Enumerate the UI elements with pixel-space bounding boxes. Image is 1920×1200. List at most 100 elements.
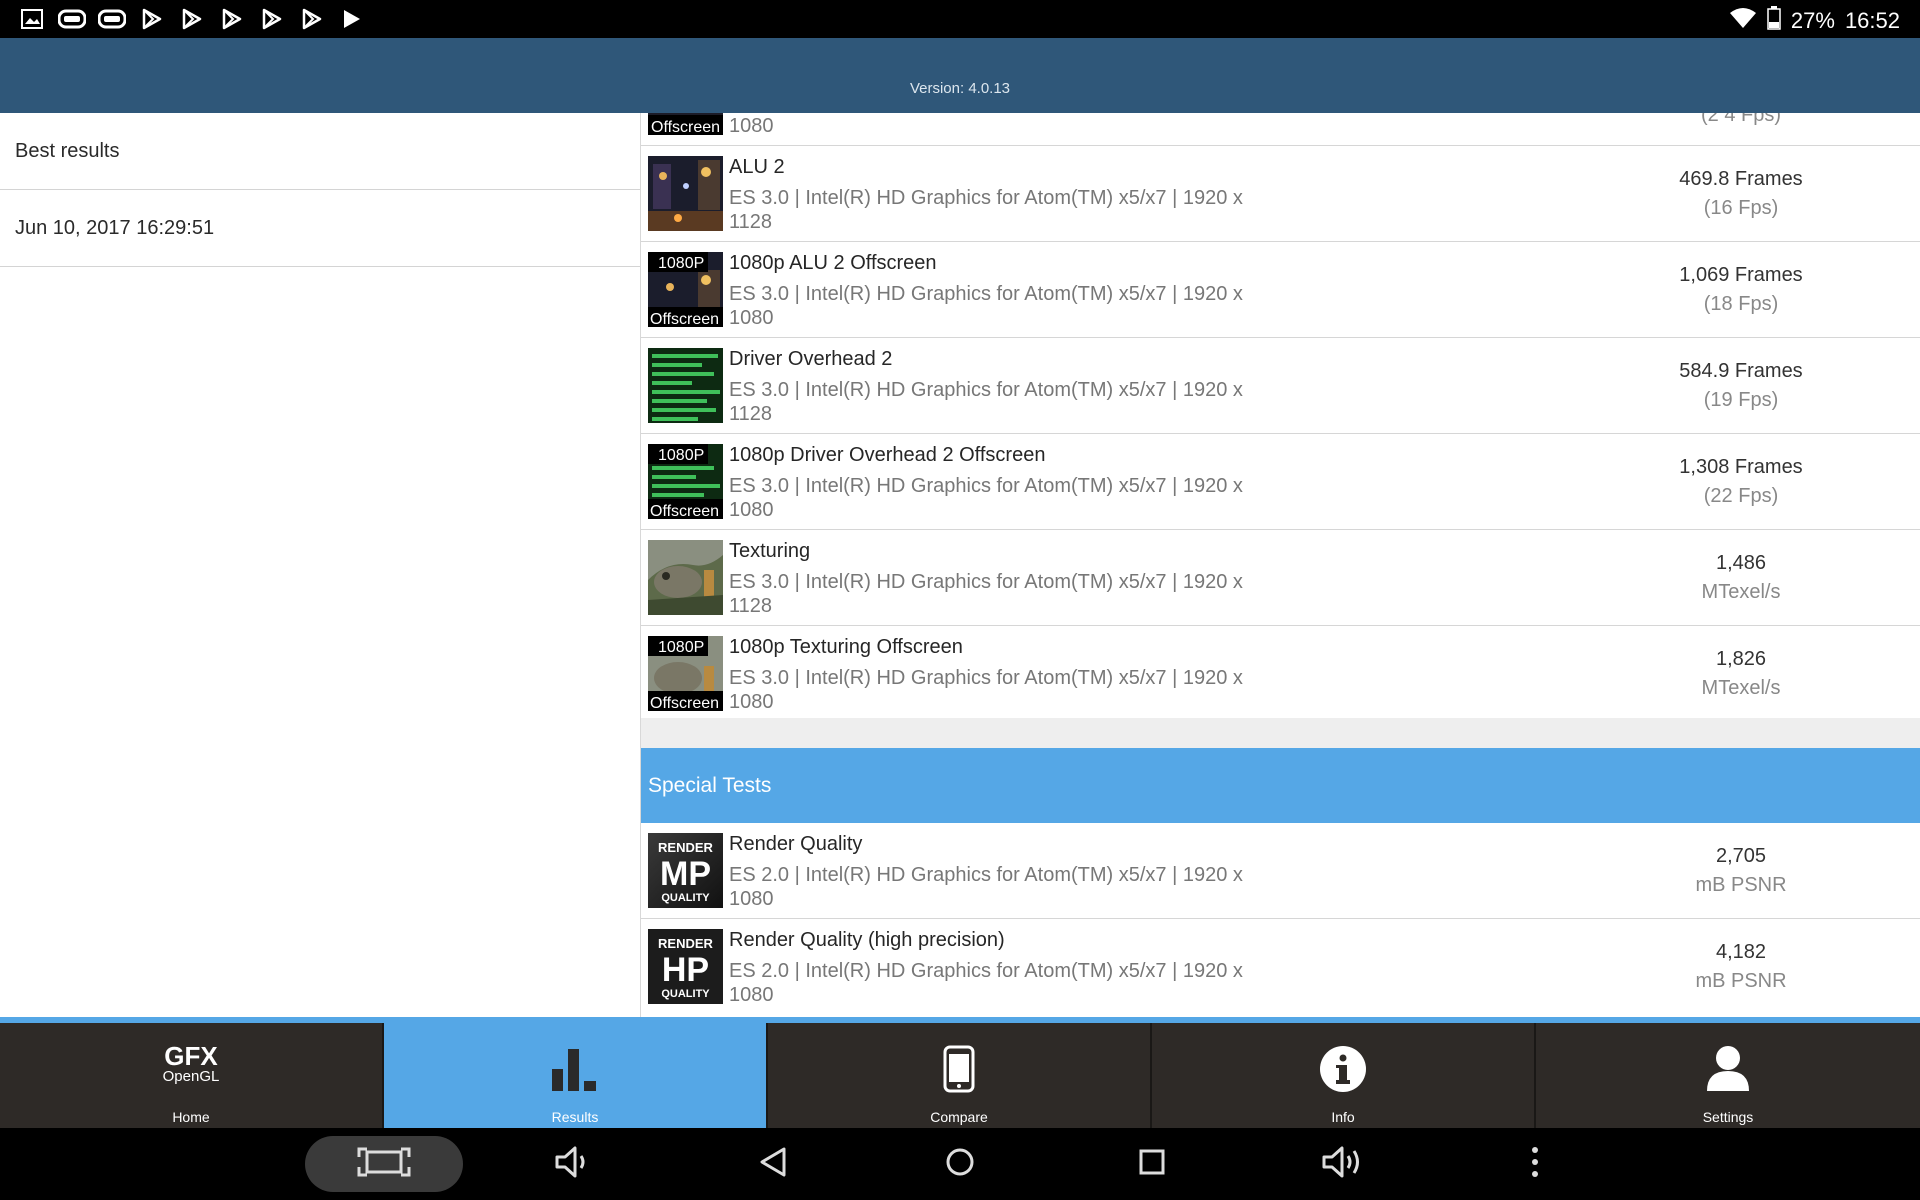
more-vert-icon [1530, 1146, 1540, 1183]
test-score: 1,486 [1715, 552, 1767, 574]
test-subtitle: ES 2.0 | Intel(R) HD Graphics for Atom(T… [729, 864, 1243, 910]
info-icon [1152, 1045, 1534, 1093]
app-header [0, 38, 1920, 113]
clock: 16:52 [1844, 8, 1900, 33]
status-right: 27% 16:52 [1729, 6, 1900, 36]
result-row[interactable]: 1080P Offscreen 1080p Driver Overhead 2 O… [641, 434, 1920, 530]
best-results-item[interactable]: Best results [0, 113, 640, 190]
test-unit: (18 Fps) [1703, 293, 1779, 315]
play-store-icon [138, 7, 166, 31]
gamepad-icon [98, 7, 126, 31]
tab-compare[interactable]: Compare [768, 1023, 1152, 1128]
results-list-pane: Best results Jun 10, 2017 16:29:51 [0, 113, 641, 1017]
result-row[interactable]: RENDER HP QUALITY Render Quality (high pre… [641, 919, 1920, 1015]
texturing-thumbnail [648, 540, 723, 615]
tab-label: Results [551, 1109, 599, 1125]
thumb-offscreen-label: Offscreen [650, 503, 719, 519]
thumb-resolution-label: 1080P [658, 447, 704, 464]
test-unit: mB PSNR [1695, 874, 1787, 896]
tab-settings[interactable]: Settings [1536, 1023, 1920, 1128]
test-unit: MTexel/s [1701, 677, 1781, 699]
result-row[interactable]: RENDER MP QUALITY Render Quality ES 2.0 | … [641, 823, 1920, 919]
tab-label: Settings [1702, 1109, 1754, 1125]
result-row[interactable]: ALU 2 ES 3.0 | Intel(R) HD Graphics for … [641, 146, 1920, 242]
test-score: 2,705 [1715, 845, 1767, 867]
test-title: Texturing [729, 540, 811, 562]
result-row[interactable]: Driver Overhead 2 ES 3.0 | Intel(R) HD G… [641, 338, 1920, 434]
wifi-icon [1729, 7, 1757, 35]
test-subtitle: ES 3.0 | Intel(R) HD Graphics for Atom(T… [729, 667, 1243, 713]
thumb-quality-label: QUALITY [661, 988, 710, 1000]
test-title: Render Quality [729, 833, 863, 855]
tab-home[interactable]: GFX OpenGL Home [0, 1023, 384, 1128]
tab-label: Info [1331, 1109, 1355, 1125]
gfx-logo-subtext: OpenGL [162, 1068, 220, 1085]
tab-results[interactable]: Results [384, 1023, 768, 1128]
test-score: 4,182 [1715, 941, 1767, 963]
result-row[interactable]: Texturing ES 3.0 | Intel(R) HD Graphics … [641, 530, 1920, 626]
volume-down-button[interactable] [548, 1136, 598, 1192]
result-row-partial[interactable]: Offscreen 1080 (2 4 Fps) [641, 113, 1920, 146]
test-unit: (2 4 Fps) [1700, 113, 1782, 126]
alu-offscreen-thumbnail: 1080P Offscreen [648, 252, 723, 327]
result-row[interactable]: 1080P Offscreen 1080p Texturing Offscreen… [641, 626, 1920, 722]
test-unit: (22 Fps) [1703, 485, 1779, 507]
test-title: ALU 2 [729, 156, 785, 178]
test-unit: mB PSNR [1695, 970, 1787, 992]
volume-down-icon [553, 1145, 593, 1184]
test-subtitle: ES 3.0 | Intel(R) HD Graphics for Atom(T… [729, 475, 1243, 521]
thumb-render-label: RENDER [658, 840, 714, 855]
thumb-resolution-label: 1080P [658, 639, 704, 656]
test-subtitle: ES 2.0 | Intel(R) HD Graphics for Atom(T… [729, 960, 1243, 1006]
test-title: 1080p ALU 2 Offscreen [729, 252, 937, 274]
user-icon [1536, 1045, 1920, 1093]
system-nav-bar [0, 1128, 1920, 1200]
result-details-pane[interactable]: Offscreen 1080 (2 4 Fps) ALU 2 ES 3.0 | … [641, 113, 1920, 1017]
version-label: Version: 4.0.13 [909, 80, 1011, 97]
screenshot-icon [357, 1147, 411, 1182]
thumb-mode-label: HP [662, 951, 709, 989]
gfx-logo-text: GFX [164, 1041, 218, 1071]
screenshot-button[interactable] [305, 1136, 463, 1192]
play-store-icon [178, 7, 206, 31]
play-store-icon [218, 7, 246, 31]
recents-icon [1138, 1148, 1166, 1181]
driver-overhead-thumbnail [648, 348, 723, 423]
test-subtitle: ES 3.0 | Intel(R) HD Graphics for Atom(T… [729, 187, 1243, 233]
home-icon [945, 1147, 975, 1182]
result-row[interactable]: 1080P Offscreen 1080p ALU 2 Offscreen ES … [641, 242, 1920, 338]
driver-overhead-offscreen-thumbnail: 1080P Offscreen [648, 444, 723, 519]
gamepad-icon [58, 7, 86, 31]
thumb-resolution-label: 1080P [658, 255, 704, 272]
render-quality-thumbnail: RENDER MP QUALITY [648, 833, 723, 908]
test-unit: MTexel/s [1701, 581, 1781, 603]
thumb-mode-label: MP [660, 855, 711, 893]
volume-up-button[interactable] [1318, 1136, 1368, 1192]
tab-label: Home [172, 1109, 210, 1125]
thumb-quality-label: QUALITY [661, 892, 710, 904]
back-button[interactable] [748, 1136, 798, 1192]
test-title: Render Quality (high precision) [729, 929, 1005, 951]
test-unit: (19 Fps) [1703, 389, 1779, 411]
test-title: 1080p Texturing Offscreen [729, 636, 963, 658]
more-options-button[interactable] [1510, 1136, 1560, 1192]
recents-button[interactable] [1127, 1136, 1177, 1192]
back-icon [758, 1146, 788, 1183]
test-score: 1,308 Frames [1679, 456, 1803, 478]
play-store-icon [338, 7, 366, 31]
battery-level: 27% [1790, 8, 1835, 33]
notification-icons [18, 7, 366, 31]
battery-icon [1767, 6, 1781, 36]
test-score: 469.8 Frames [1679, 168, 1803, 190]
test-thumbnail: Offscreen [648, 113, 723, 135]
home-button[interactable] [935, 1136, 985, 1192]
tab-info[interactable]: Info [1152, 1023, 1536, 1128]
section-header: Special Tests [641, 748, 1920, 823]
render-quality-hp-thumbnail: RENDER HP QUALITY [648, 929, 723, 1004]
test-title: Driver Overhead 2 [729, 348, 893, 370]
gfx-logo-icon: GFX OpenGL [0, 1043, 382, 1085]
result-session-item[interactable]: Jun 10, 2017 16:29:51 [0, 190, 640, 267]
thumb-offscreen-label: Offscreen [651, 119, 720, 135]
bar-chart-icon [384, 1045, 766, 1093]
test-score: 584.9 Frames [1679, 360, 1803, 382]
